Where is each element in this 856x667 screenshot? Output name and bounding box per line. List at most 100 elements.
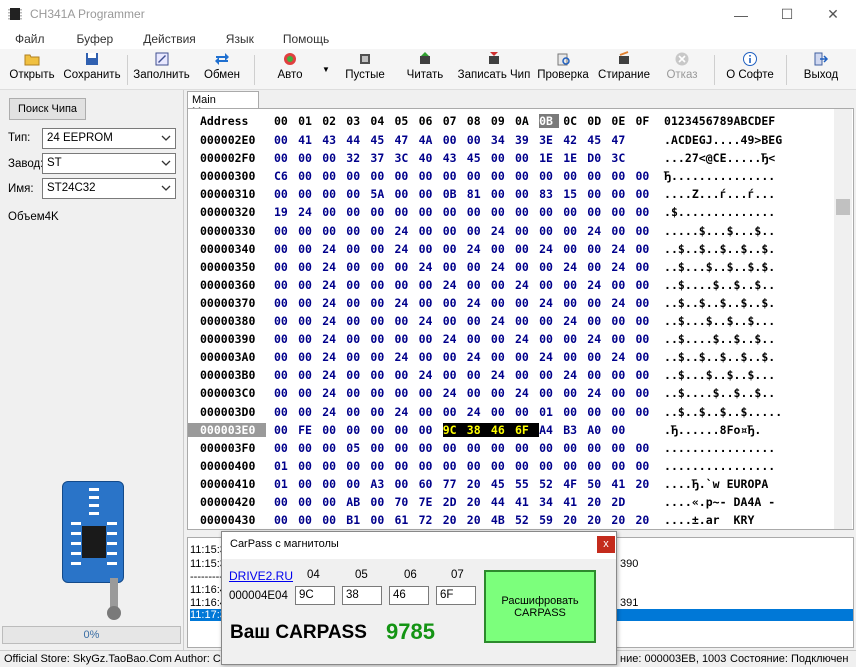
hex-byte[interactable]: 45 bbox=[491, 477, 511, 491]
hex-byte[interactable]: 00 bbox=[491, 386, 511, 400]
hex-byte[interactable]: 00 bbox=[491, 242, 511, 256]
hex-byte[interactable]: 24 bbox=[419, 368, 439, 382]
hex-byte[interactable]: 00 bbox=[395, 368, 415, 382]
hex-byte[interactable]: 01 bbox=[274, 459, 294, 473]
hex-byte[interactable]: 40 bbox=[419, 151, 439, 165]
hex-byte[interactable]: 00 bbox=[539, 169, 559, 183]
menu-language[interactable]: Язык bbox=[226, 29, 254, 49]
hex-byte[interactable]: 00 bbox=[274, 405, 294, 419]
hex-byte[interactable]: 00 bbox=[467, 278, 487, 292]
hex-byte[interactable]: 55 bbox=[515, 477, 535, 491]
hex-byte[interactable]: 00 bbox=[636, 332, 656, 346]
hex-byte[interactable]: 00 bbox=[515, 151, 535, 165]
hex-byte[interactable]: 42 bbox=[563, 133, 583, 147]
hex-byte[interactable]: 24 bbox=[443, 278, 463, 292]
hex-byte[interactable]: 00 bbox=[491, 169, 511, 183]
hex-byte[interactable]: 34 bbox=[491, 133, 511, 147]
erase-button[interactable]: Стирание bbox=[596, 50, 652, 89]
hex-byte[interactable]: 43 bbox=[322, 133, 342, 147]
drive2-link[interactable]: DRIVE2.RU bbox=[229, 569, 293, 583]
hex-byte[interactable]: 00 bbox=[322, 205, 342, 219]
hex-byte[interactable]: 00 bbox=[274, 187, 294, 201]
hex-byte[interactable]: 00 bbox=[636, 350, 656, 364]
hex-byte[interactable]: 00 bbox=[587, 441, 607, 455]
hex-byte[interactable]: 00 bbox=[467, 332, 487, 346]
hex-byte[interactable]: 00 bbox=[515, 405, 535, 419]
hex-byte[interactable]: 00 bbox=[322, 151, 342, 165]
hex-byte[interactable]: 00 bbox=[467, 314, 487, 328]
hex-byte[interactable]: 19 bbox=[274, 205, 294, 219]
hex-byte[interactable]: 00 bbox=[298, 151, 318, 165]
hex-byte[interactable]: 00 bbox=[274, 495, 294, 509]
hex-byte[interactable]: 00 bbox=[636, 260, 656, 274]
hex-byte[interactable]: 00 bbox=[611, 278, 631, 292]
hex-byte[interactable]: 5A bbox=[370, 187, 390, 201]
hex-byte[interactable]: 1E bbox=[539, 151, 559, 165]
hex-byte[interactable]: 00 bbox=[298, 405, 318, 419]
hex-byte[interactable]: 00 bbox=[346, 169, 366, 183]
hex-byte[interactable]: 00 bbox=[395, 441, 415, 455]
hex-byte[interactable]: 24 bbox=[563, 314, 583, 328]
hex-byte[interactable]: 37 bbox=[370, 151, 390, 165]
hex-byte[interactable]: 9C bbox=[442, 422, 467, 437]
hex-byte[interactable]: 00 bbox=[491, 278, 511, 292]
hex-byte[interactable]: FE bbox=[298, 423, 318, 437]
hex-byte[interactable]: 00 bbox=[443, 224, 463, 238]
hex-byte[interactable]: 24 bbox=[322, 260, 342, 274]
hex-byte[interactable]: B3 bbox=[563, 423, 583, 437]
hex-byte[interactable]: 00 bbox=[274, 260, 294, 274]
hex-byte[interactable]: 00 bbox=[370, 441, 390, 455]
hex-byte[interactable]: 47 bbox=[395, 133, 415, 147]
hex-byte[interactable]: 00 bbox=[587, 187, 607, 201]
hex-byte[interactable]: 24 bbox=[587, 278, 607, 292]
hex-byte[interactable]: 00 bbox=[563, 332, 583, 346]
hex-byte[interactable]: 00 bbox=[322, 513, 342, 527]
hex-byte[interactable]: 00 bbox=[274, 513, 294, 527]
hex-byte[interactable]: 00 bbox=[443, 242, 463, 256]
hex-byte[interactable]: 00 bbox=[611, 224, 631, 238]
hex-byte[interactable]: 01 bbox=[539, 405, 559, 419]
hex-byte[interactable]: 00 bbox=[274, 368, 294, 382]
hex-byte[interactable]: 38 bbox=[466, 422, 491, 437]
hex-byte[interactable]: 00 bbox=[395, 278, 415, 292]
blank-check-button[interactable]: Пустые bbox=[340, 50, 390, 89]
hex-byte[interactable]: 45 bbox=[467, 151, 487, 165]
hex-byte[interactable]: 24 bbox=[322, 368, 342, 382]
hex-byte[interactable]: 00 bbox=[636, 224, 656, 238]
close-button[interactable]: ✕ bbox=[810, 0, 856, 29]
hex-byte[interactable]: 24 bbox=[611, 242, 631, 256]
menu-file[interactable]: Файл bbox=[15, 29, 45, 49]
hex-byte[interactable]: 3C bbox=[395, 151, 415, 165]
hex-byte[interactable]: 00 bbox=[491, 151, 511, 165]
hex-byte[interactable]: 2D bbox=[611, 495, 631, 509]
byte-field[interactable]: 9C bbox=[295, 586, 335, 605]
hex-byte[interactable]: 24 bbox=[419, 314, 439, 328]
read-button[interactable]: Читать bbox=[400, 50, 450, 89]
hex-byte[interactable]: 00 bbox=[298, 169, 318, 183]
hex-byte[interactable]: 24 bbox=[443, 332, 463, 346]
hex-byte[interactable]: 4A bbox=[419, 133, 439, 147]
hex-byte[interactable]: 00 bbox=[346, 332, 366, 346]
hex-byte[interactable]: 00 bbox=[563, 224, 583, 238]
hex-byte[interactable]: 00 bbox=[515, 260, 535, 274]
name-select[interactable]: ST24C32 bbox=[42, 178, 176, 199]
hex-byte[interactable]: 24 bbox=[467, 242, 487, 256]
hex-byte[interactable]: 00 bbox=[322, 477, 342, 491]
byte-field[interactable]: 6F bbox=[436, 586, 476, 605]
chip-search-button[interactable]: Поиск Чипа bbox=[9, 98, 86, 120]
hex-byte[interactable]: 00 bbox=[395, 260, 415, 274]
hex-byte[interactable]: 05 bbox=[346, 441, 366, 455]
hex-byte[interactable]: 00 bbox=[395, 314, 415, 328]
hex-byte[interactable]: 00 bbox=[611, 386, 631, 400]
byte-field[interactable]: 38 bbox=[342, 586, 382, 605]
hex-byte[interactable]: 32 bbox=[346, 151, 366, 165]
hex-byte[interactable]: 00 bbox=[611, 423, 631, 437]
hex-byte[interactable]: 00 bbox=[274, 314, 294, 328]
hex-byte[interactable]: 24 bbox=[563, 368, 583, 382]
hex-byte[interactable]: 00 bbox=[467, 386, 487, 400]
hex-byte[interactable]: 00 bbox=[298, 278, 318, 292]
hex-byte[interactable]: 00 bbox=[322, 423, 342, 437]
hex-byte[interactable]: 15 bbox=[563, 187, 583, 201]
hex-byte[interactable]: 24 bbox=[467, 296, 487, 310]
hex-byte[interactable]: 2D bbox=[443, 495, 463, 509]
